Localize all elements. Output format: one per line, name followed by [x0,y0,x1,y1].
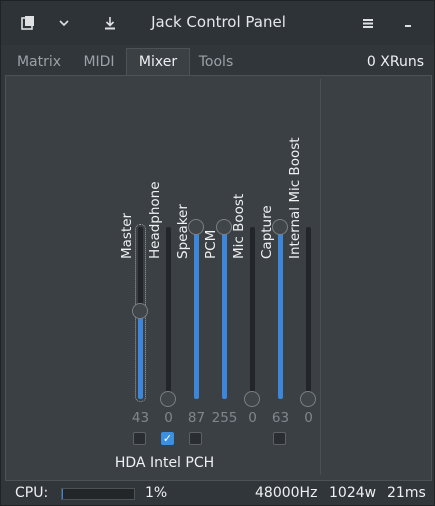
tab-matrix[interactable]: Matrix [7,49,71,75]
mixer-channel-speaker: Speaker 87 [175,79,210,475]
app-window: Jack Control Panel Matrix MIDI Mixer Too… [0,0,435,506]
tab-midi[interactable]: MIDI [75,49,123,75]
channel-value: 0 [304,410,313,426]
channel-value: 255 [211,410,238,426]
volume-slider-handle[interactable] [244,391,260,407]
mixer-panel: HDA Intel PCH Master 43 Headphone 0 ✓ Speaker… [5,75,432,481]
volume-slider-track[interactable] [278,227,283,399]
channel-label: PCM [203,229,219,259]
channel-value: 0 [164,410,173,426]
status-bar: CPU: 1% 48000Hz 1024w 21ms [1,481,434,505]
volume-slider-track[interactable] [222,227,227,399]
cpu-label: CPU: [15,485,49,501]
volume-slider-fill [138,311,143,399]
window-title: Jack Control Panel [151,13,286,31]
volume-slider-track[interactable] [194,227,199,399]
hamburger-menu-icon[interactable] [357,12,379,34]
volume-slider-handle[interactable] [188,219,204,235]
volume-slider-handle[interactable] [300,391,316,407]
mixer-channel-pcm: PCM 255 [203,79,238,475]
title-bar: Jack Control Panel [1,1,434,45]
mixer-channel-headphone: Headphone 0 ✓ [147,79,182,475]
tab-bar: Matrix MIDI Mixer Tools 0 XRuns [5,48,432,76]
minimize-icon[interactable] [397,12,419,34]
mixer-channel-internal-mic-boost: Internal Mic Boost 0 [287,79,322,475]
volume-slider-fill [222,227,227,399]
volume-slider-track[interactable] [250,227,255,399]
channel-label: Capture [259,205,275,259]
channel-label: Headphone [147,181,163,259]
mixer-channel-mic-boost: Mic Boost 0 [231,79,266,475]
channel-label: Master [119,212,135,259]
cpu-load-bar [61,488,135,500]
xruns-counter: 0 XRuns [366,54,424,70]
mute-checkbox[interactable] [273,432,286,445]
volume-slider-handle[interactable] [216,219,232,235]
volume-slider-handle[interactable] [272,219,288,235]
tab-tools[interactable]: Tools [191,49,241,75]
channel-value: 43 [131,410,150,426]
volume-slider-track[interactable] [306,227,311,399]
mute-checkbox[interactable] [189,432,202,445]
volume-slider-fill [278,227,283,399]
channel-value: 63 [271,410,290,426]
channel-value: 0 [248,410,257,426]
sample-rate: 48000Hz [255,485,318,501]
volume-slider-fill [194,227,199,399]
volume-slider-handle[interactable] [160,391,176,407]
latency: 21ms [387,485,426,501]
channel-value: 87 [187,410,206,426]
chevron-down-icon[interactable] [53,12,75,34]
channel-label: Speaker [175,204,191,259]
mixer-channel-master: Master 43 [119,79,154,475]
mute-checkbox[interactable]: ✓ [161,432,174,445]
buffer-size: 1024w [329,485,377,501]
volume-slider-handle[interactable] [132,303,148,320]
window-menu-icon[interactable] [17,12,39,34]
channel-label: Mic Boost [231,193,247,259]
mute-checkbox[interactable] [133,432,146,445]
cpu-percent: 1% [145,485,168,501]
channel-label: Internal Mic Boost [287,137,303,259]
cpu-load-fill [62,489,64,499]
tab-mixer[interactable]: Mixer [126,48,190,76]
volume-slider-track[interactable] [166,227,171,399]
sound-card-group: HDA Intel PCH Master 43 Headphone 0 ✓ Speaker… [9,79,321,475]
